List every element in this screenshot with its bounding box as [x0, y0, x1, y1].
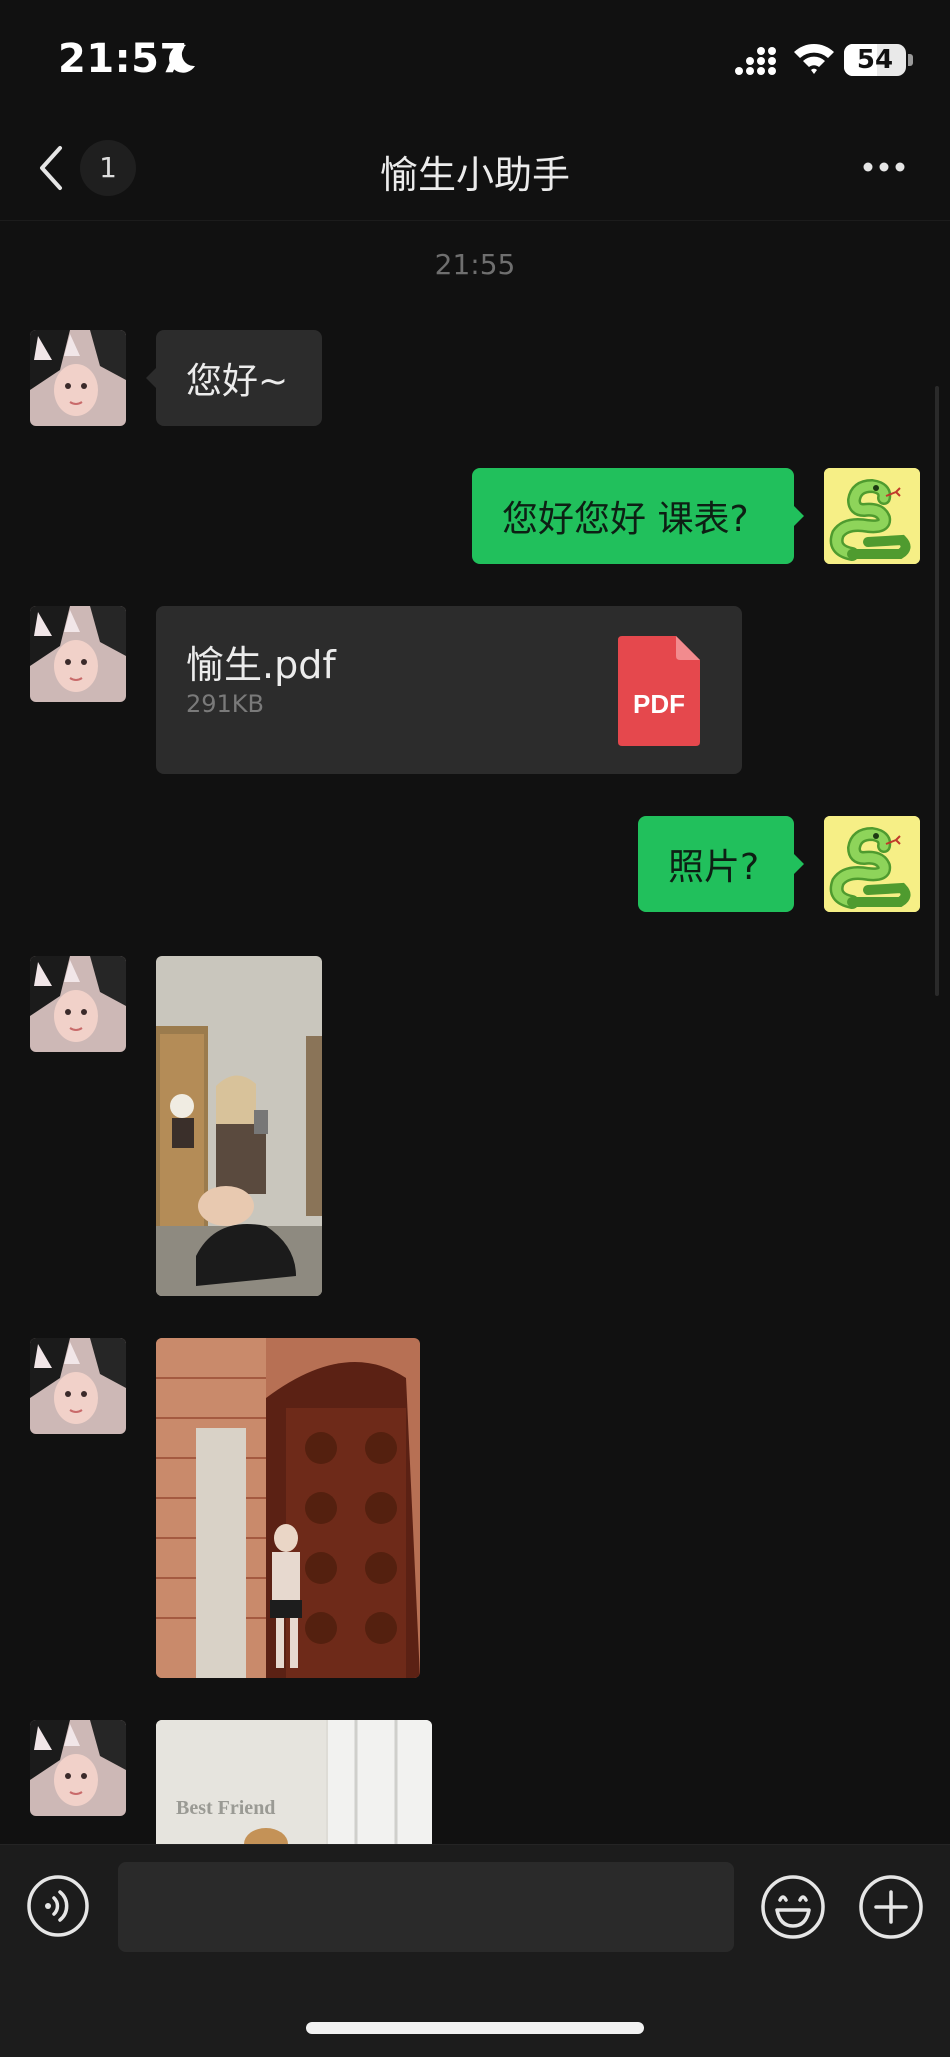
file-name: 愉生.pdf [186, 643, 336, 687]
battery-icon: 54 [844, 44, 906, 76]
signal-icon [735, 47, 776, 75]
file-message-card[interactable]: 愉生.pdf 291KB PDF [156, 606, 742, 774]
photo-message[interactable]: Best Friend [156, 1720, 432, 1844]
my-avatar[interactable] [824, 816, 920, 912]
contact-avatar[interactable] [30, 956, 126, 1052]
my-avatar[interactable] [824, 468, 920, 564]
message-input[interactable] [118, 1862, 734, 1952]
pdf-file-icon: PDF [618, 636, 700, 746]
contact-avatar[interactable] [30, 1338, 126, 1434]
scrollbar[interactable] [935, 386, 939, 996]
emoji-icon[interactable] [760, 1874, 826, 1940]
message-timestamp: 21:55 [434, 248, 516, 281]
photo-message[interactable] [156, 956, 322, 1296]
file-size: 291KB [186, 690, 265, 718]
message-text: 照片? [668, 847, 760, 888]
plus-icon[interactable] [858, 1874, 924, 1940]
contact-avatar[interactable] [30, 606, 126, 702]
moon-icon [169, 44, 195, 73]
battery-level: 54 [856, 45, 894, 75]
voice-icon[interactable] [26, 1874, 90, 1938]
chat-title: 愉生小助手 [379, 153, 570, 197]
battery-tip [908, 54, 913, 66]
photo-visible-text: Best Friend [176, 1797, 275, 1819]
home-indicator[interactable] [306, 2022, 644, 2034]
message-text: 您好您好 课表? [502, 499, 749, 540]
outgoing-message-bubble[interactable]: 照片? [638, 816, 804, 912]
contact-avatar[interactable] [30, 330, 126, 426]
contact-avatar[interactable] [30, 1720, 126, 1816]
photo-message[interactable] [156, 1338, 420, 1678]
header-divider [0, 220, 950, 221]
more-dots-icon[interactable] [862, 160, 906, 174]
wifi-icon [794, 44, 834, 74]
incoming-message-bubble[interactable]: 您好~ [146, 330, 322, 426]
message-text: 您好~ [186, 361, 289, 402]
outgoing-message-bubble[interactable]: 您好您好 课表? [472, 468, 804, 564]
pdf-icon-label: PDF [633, 689, 685, 719]
